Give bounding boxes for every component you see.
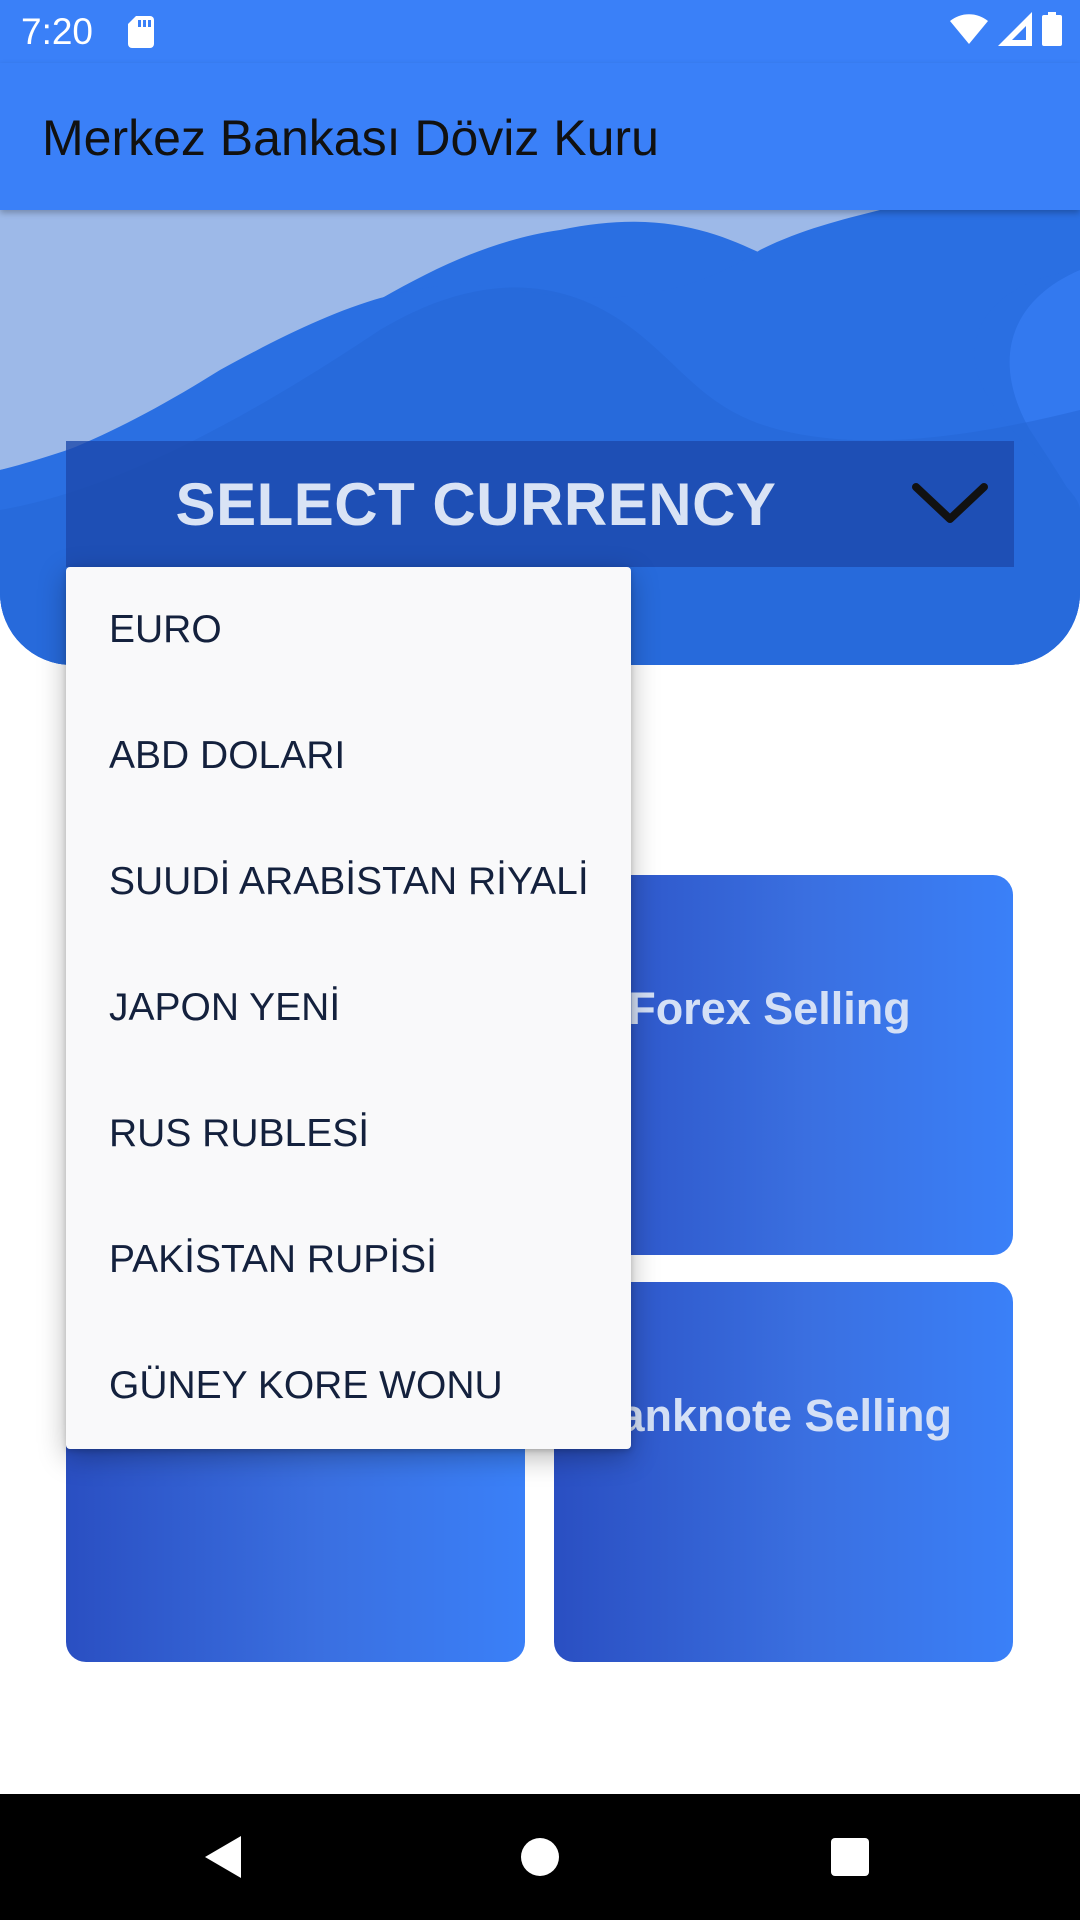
status-icons (950, 12, 1062, 46)
signal-icon (998, 12, 1032, 46)
app-title: Merkez Bankası Döviz Kuru (42, 110, 659, 166)
recents-icon[interactable] (830, 1837, 870, 1877)
menu-item-euro[interactable]: EURO (66, 567, 631, 693)
back-icon[interactable] (203, 1834, 243, 1880)
menu-item-guney-kore-wonu[interactable]: GÜNEY KORE WONU (66, 1323, 631, 1449)
status-time: 7:20 (21, 11, 94, 52)
chevron-down-icon (912, 483, 988, 523)
home-icon[interactable] (520, 1837, 560, 1877)
menu-item-japon-yeni[interactable]: JAPON YENİ (66, 945, 631, 1071)
menu-item-abd-dolari[interactable]: ABD DOLARI (66, 693, 631, 819)
menu-item-suudi-arabistan-riyali[interactable]: SUUDİ ARABİSTAN RİYALİ (66, 819, 631, 945)
menu-item-pakistan-rupisi[interactable]: PAKİSTAN RUPİSİ (66, 1197, 631, 1323)
wifi-icon (950, 14, 988, 45)
app-bar: Merkez Bankası Döviz Kuru (0, 63, 1080, 210)
status-bar: 7:20 (0, 0, 1080, 63)
sd-card-icon (128, 16, 154, 48)
battery-icon (1042, 12, 1062, 46)
currency-select-label: SELECT CURRENCY (175, 470, 777, 538)
currency-dropdown-menu: EURO ABD DOLARI SUUDİ ARABİSTAN RİYALİ J… (66, 567, 631, 1449)
menu-item-rus-rublesi[interactable]: RUS RUBLESİ (66, 1071, 631, 1197)
navigation-bar (0, 1794, 1080, 1920)
currency-select[interactable]: SELECT CURRENCY (66, 441, 1014, 567)
